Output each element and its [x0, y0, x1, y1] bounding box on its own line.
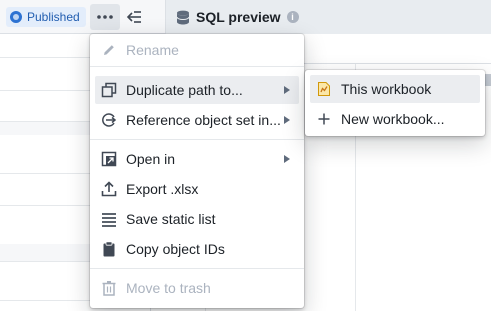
menu-item-reference-object-set[interactable]: Reference object set in... [95, 106, 299, 134]
trash-icon [101, 280, 117, 296]
menu-item-label: Copy object IDs [126, 241, 225, 257]
submenu-caret-icon [284, 116, 290, 124]
menu-item-duplicate-path[interactable]: Duplicate path to... [95, 76, 299, 104]
submenu-item-label: This workbook [341, 81, 432, 97]
menu-item-save-static-list[interactable]: Save static list [95, 205, 299, 233]
submenu-caret-icon [284, 86, 290, 94]
menu-item-move-to-trash[interactable]: Move to trash [95, 274, 299, 302]
reference-icon [101, 112, 117, 128]
menu-item-copy-object-ids[interactable]: Copy object IDs [95, 235, 299, 263]
open-in-icon [101, 151, 117, 167]
menu-item-label: Export .xlsx [126, 181, 199, 197]
export-icon [101, 181, 117, 197]
tab-sql-preview[interactable]: SQL preview i [165, 0, 491, 34]
menu-item-label: Save static list [126, 211, 216, 227]
menu-item-export-xlsx[interactable]: Export .xlsx [95, 175, 299, 203]
top-toolbar: Published SQL preview i [0, 0, 491, 34]
list-icon [101, 211, 117, 227]
published-badge[interactable]: Published [6, 7, 86, 27]
menu-item-label: Duplicate path to... [126, 82, 243, 98]
submenu-item-this-workbook[interactable]: This workbook [310, 75, 480, 103]
more-horizontal-icon [97, 15, 113, 19]
clipboard-icon [101, 241, 117, 257]
plus-icon [316, 111, 332, 127]
menu-item-label: Reference object set in... [126, 112, 281, 128]
menu-item-label: Rename [126, 42, 179, 58]
edit-icon [101, 42, 117, 58]
menu-item-rename[interactable]: Rename [95, 36, 299, 64]
more-options-menu: Rename Duplicate path to... Reference ob… [90, 34, 304, 308]
submenu-item-label: New workbook... [341, 111, 445, 127]
collapse-left-icon[interactable] [126, 9, 142, 25]
duplicate-path-submenu: This workbook New workbook... [305, 70, 485, 136]
tab-title: SQL preview [196, 9, 281, 25]
menu-item-label: Move to trash [126, 280, 211, 296]
published-status-icon [10, 11, 22, 23]
published-label: Published [27, 10, 80, 24]
menu-item-label: Open in [126, 151, 176, 167]
duplicate-icon [101, 82, 117, 98]
menu-item-open-in[interactable]: Open in [95, 145, 299, 173]
info-icon[interactable]: i [286, 11, 299, 23]
workbook-icon [316, 81, 332, 97]
submenu-caret-icon [284, 155, 290, 163]
database-icon [176, 10, 190, 24]
more-options-button[interactable] [90, 4, 120, 30]
submenu-item-new-workbook[interactable]: New workbook... [310, 105, 480, 133]
